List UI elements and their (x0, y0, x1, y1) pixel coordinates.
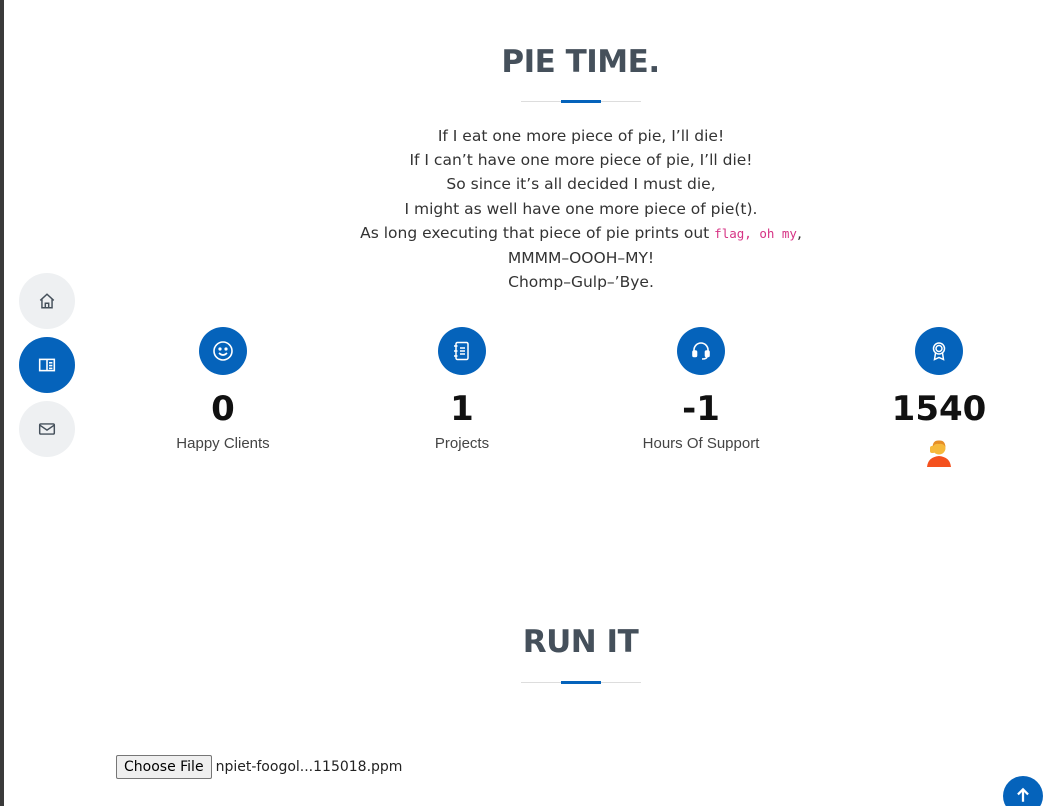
poem-line: I might as well have one more piece of p… (404, 199, 758, 218)
stat-award: 1540 (819, 327, 1047, 467)
stat-value: -1 (682, 389, 720, 429)
stat-icon-circle (915, 327, 963, 375)
poem-line: If I eat one more piece of pie, I’ll die… (437, 127, 725, 145)
smile-icon (213, 341, 233, 361)
title-divider-accent (561, 100, 601, 103)
poem-text: As long executing that piece of pie prin… (360, 223, 715, 242)
stat-label: Hours Of Support (642, 435, 760, 452)
stat-value: 1 (450, 389, 474, 429)
headset-icon (692, 342, 710, 360)
poem-line: If I can’t have one more piece of pie, I… (409, 151, 753, 170)
envelope-icon (38, 423, 56, 435)
nav-home-button[interactable] (19, 273, 75, 329)
stat-label: Projects (434, 435, 490, 452)
pie-section-title: PIE TIME. (501, 44, 660, 80)
side-nav (19, 273, 75, 465)
stat-hours-support: -1 Hours Of Support (581, 327, 821, 452)
title-divider (521, 681, 641, 684)
home-icon (39, 293, 55, 309)
poem-line: Chomp–Gulp–’Bye. (508, 273, 654, 292)
title-divider-accent (561, 681, 601, 684)
nav-contact-button[interactable] (19, 401, 75, 457)
back-to-top-button[interactable] (1003, 776, 1043, 806)
poem-code: flag, oh my (714, 225, 797, 241)
run-section-title: RUN IT (522, 624, 639, 660)
arrow-up-icon (1017, 787, 1029, 802)
person-emoji (927, 440, 951, 467)
stat-icon-circle (199, 327, 247, 375)
stat-label: Happy Clients (176, 435, 270, 452)
journal-icon (454, 341, 469, 361)
stat-projects: 1 Projects (342, 327, 582, 452)
stat-value: 0 (211, 389, 235, 429)
window-edge (0, 0, 4, 806)
nav-about-button[interactable] (19, 337, 75, 393)
title-divider (521, 100, 641, 103)
file-input: Choose File npiet-foogol...115018.ppm (116, 755, 402, 779)
choose-file-button[interactable]: Choose File (116, 755, 212, 779)
poem-text: , (796, 223, 802, 242)
award-icon (932, 342, 946, 361)
stat-icon-circle (677, 327, 725, 375)
poem-line: As long executing that piece of pie prin… (280, 221, 882, 246)
poem: If I eat one more piece of pie, I’ll die… (280, 124, 882, 294)
selected-file-name: npiet-foogol...115018.ppm (215, 759, 403, 775)
book-icon (38, 358, 56, 372)
stat-value: 1540 (891, 389, 987, 429)
stat-happy-clients: 0 Happy Clients (103, 327, 343, 452)
stat-icon-circle (438, 327, 486, 375)
poem-line: So since it’s all decided I must die, (446, 175, 716, 194)
poem-line: MMMM–OOOH–MY! (507, 249, 655, 268)
